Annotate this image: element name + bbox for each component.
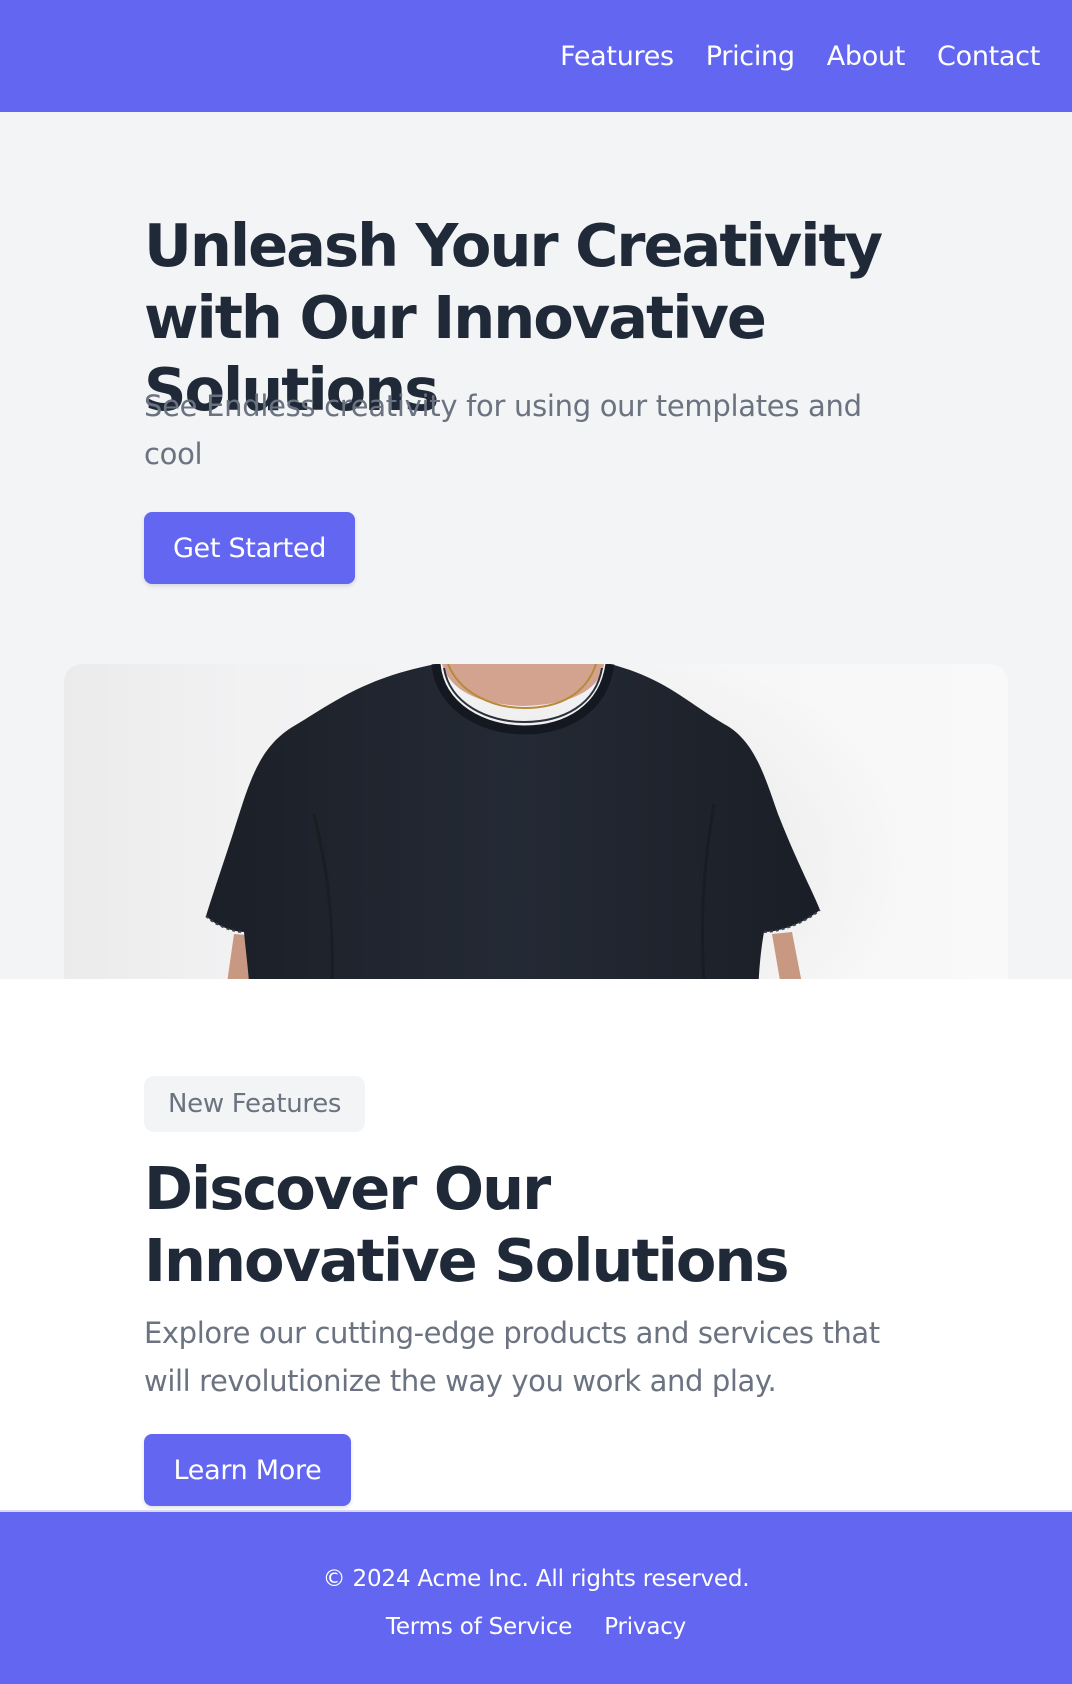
nav-link-pricing[interactable]: Pricing [706, 41, 795, 72]
footer-links: Terms of Service Privacy [0, 1614, 1072, 1640]
nav-link-about[interactable]: About [827, 41, 906, 72]
footer: © 2024 Acme Inc. All rights reserved. Te… [0, 1510, 1072, 1684]
nav-links: Features Pricing About Contact [560, 0, 1040, 112]
tshirt-model-illustration [205, 664, 914, 979]
hero-section: Unleash Your Creativity with Our Innovat… [0, 112, 1072, 979]
privacy-link[interactable]: Privacy [604, 1614, 686, 1640]
nav-link-contact[interactable]: Contact [937, 41, 1040, 72]
copyright-text: © 2024 Acme Inc. All rights reserved. [322, 1566, 750, 1592]
hero-image [64, 664, 1008, 979]
navbar: Features Pricing About Contact [0, 0, 1072, 112]
nav-link-features[interactable]: Features [560, 41, 674, 72]
hero-subtitle: See Endless creativity for using our tem… [144, 389, 862, 471]
terms-of-service-link[interactable]: Terms of Service [386, 1614, 573, 1640]
features-description: Explore our cutting-edge products and se… [144, 1316, 880, 1398]
features-title: Discover Our Innovative Solutions [144, 1154, 790, 1295]
get-started-button[interactable]: Get Started [144, 512, 355, 584]
learn-more-button[interactable]: Learn More [144, 1434, 351, 1506]
new-features-badge: New Features [144, 1076, 366, 1132]
features-section: New Features Discover Our Innovative Sol… [0, 979, 1072, 1510]
